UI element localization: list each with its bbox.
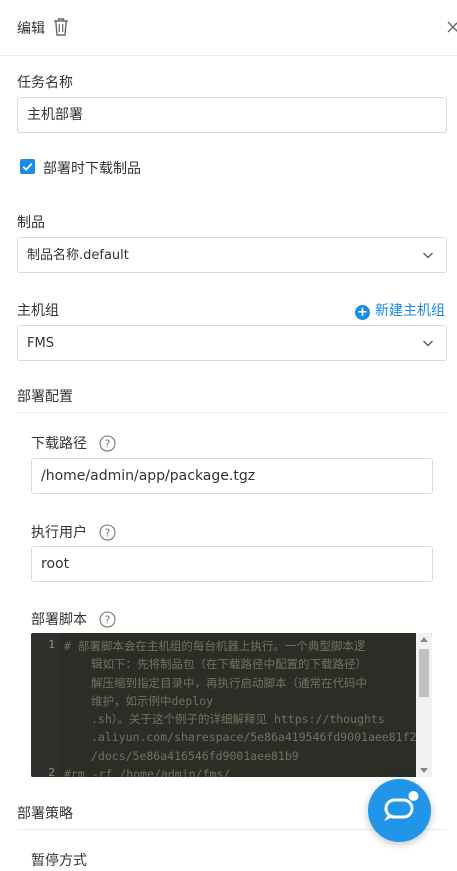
- host-group-select[interactable]: FMS: [17, 325, 447, 361]
- line-number: 1: [48, 638, 55, 651]
- task-name-label: 任务名称: [17, 75, 73, 91]
- code-line: .sh）。关于这个例子的详细解释见 https://thoughts: [91, 712, 385, 727]
- plus-circle-icon: +: [355, 305, 370, 320]
- download-product-label: 部署时下载制品: [43, 161, 141, 177]
- panel-title: 编辑: [17, 21, 45, 37]
- chat-bubble-icon: [384, 791, 419, 821]
- deploy-config-title: 部署配置: [17, 389, 73, 405]
- code-line: 辑如下：先将制品包（在下载路径中配置的下载路径）: [91, 657, 367, 672]
- add-host-group-label: 新建主机组: [375, 303, 445, 319]
- scroll-down-arrow-icon[interactable]: [420, 768, 428, 773]
- editor-code[interactable]: # 部署脚本会在主机组的每台机器上执行。一个典型脚本逻 辑如下：先将制品包（在下…: [64, 637, 432, 777]
- product-select[interactable]: 制品名称.default: [17, 237, 447, 273]
- exec-user-label-text: 执行用户: [31, 525, 87, 541]
- code-line: #rm -rf /home/admin/fms/: [64, 767, 231, 777]
- exec-user-label: 执行用户 ?: [31, 522, 117, 542]
- exec-user-input[interactable]: root: [31, 546, 433, 582]
- svg-text:?: ?: [105, 526, 111, 539]
- task-name-input[interactable]: 主机部署: [17, 97, 447, 133]
- deploy-script-label-text: 部署脚本: [31, 612, 87, 628]
- host-group-label: 主机组: [17, 303, 59, 319]
- code-line: 维护，如示例中deploy: [91, 693, 214, 708]
- product-label: 制品: [17, 215, 45, 231]
- svg-text:?: ?: [105, 437, 111, 450]
- section-divider: [17, 412, 447, 413]
- code-line: # 部署脚本会在主机组的每台机器上执行。一个典型脚本逻: [64, 639, 366, 653]
- chevron-down-icon: [423, 252, 433, 259]
- deploy-script-editor[interactable]: 1 2 # 部署脚本会在主机组的每台机器上执行。一个典型脚本逻 辑如下：先将制品…: [31, 633, 432, 777]
- panel-header: 编辑: [0, 0, 457, 56]
- help-icon[interactable]: ?: [99, 523, 117, 541]
- product-select-value: 制品名称.default: [27, 248, 129, 263]
- line-number: 2: [48, 766, 55, 777]
- code-line: /docs/5e86a416546fd9001aee81b9: [91, 748, 299, 763]
- deploy-script-label: 部署脚本 ?: [31, 609, 117, 629]
- close-icon[interactable]: [445, 17, 457, 37]
- editor-gutter: 1 2: [31, 633, 60, 777]
- download-path-input[interactable]: /home/admin/app/package.tgz: [31, 458, 433, 494]
- scroll-up-arrow-icon[interactable]: [420, 637, 428, 642]
- trash-icon[interactable]: [52, 17, 70, 37]
- download-product-checkbox[interactable]: [20, 159, 35, 174]
- scrollbar-thumb[interactable]: [419, 649, 429, 697]
- download-path-label-text: 下载路径: [31, 436, 87, 452]
- download-path-label: 下载路径 ?: [31, 433, 117, 453]
- code-line: .aliyun.com/sharespace/5e86a419546fd9001…: [91, 730, 417, 745]
- chat-fab-button[interactable]: [368, 779, 431, 842]
- chevron-down-icon: [423, 340, 433, 347]
- help-icon[interactable]: ?: [99, 434, 117, 452]
- check-icon: [22, 162, 33, 171]
- svg-text:?: ?: [105, 613, 111, 626]
- host-group-select-value: FMS: [27, 336, 54, 351]
- deploy-strategy-title: 部署策略: [17, 806, 73, 822]
- editor-scrollbar[interactable]: [416, 633, 432, 777]
- code-line: 解压缩到指定目录中，再执行启动脚本（通常在代码中: [91, 675, 367, 690]
- help-icon[interactable]: ?: [99, 610, 117, 628]
- pause-mode-label: 暂停方式: [31, 853, 87, 869]
- add-host-group-button[interactable]: + 新建主机组: [355, 300, 445, 320]
